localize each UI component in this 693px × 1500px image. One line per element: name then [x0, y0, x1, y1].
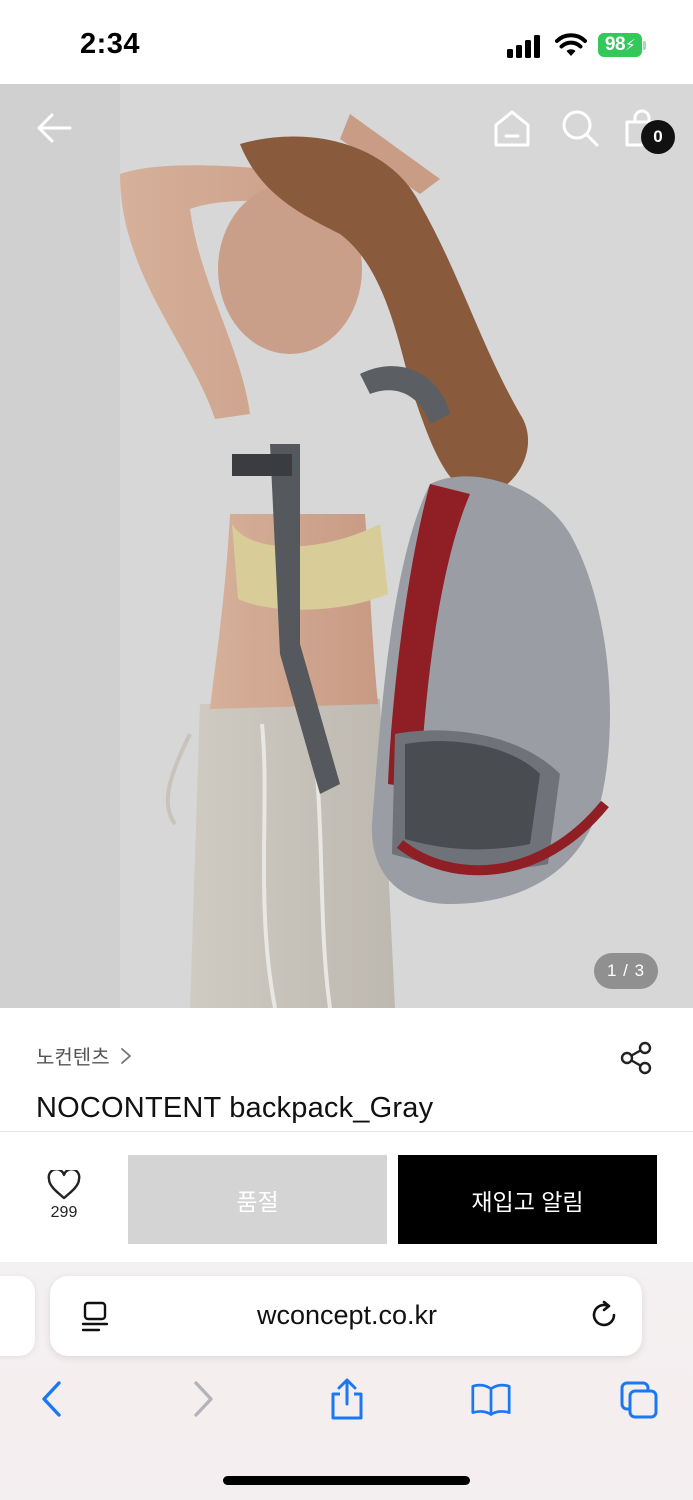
status-time: 2:34 [80, 28, 141, 60]
battery-tip [643, 41, 646, 50]
divider [0, 1131, 693, 1132]
share-icon[interactable] [618, 1040, 654, 1076]
product-image-carousel[interactable] [0, 84, 693, 1008]
previous-tab-preview[interactable] [0, 1276, 35, 1356]
wifi-icon [555, 33, 587, 56]
share-sheet-icon[interactable] [327, 1378, 367, 1420]
cellular-signal-icon [507, 34, 543, 58]
browser-back-icon[interactable] [33, 1378, 73, 1420]
chevron-right-icon [120, 1047, 131, 1064]
reader-mode-icon[interactable] [81, 1300, 109, 1332]
home-indicator [223, 1476, 470, 1485]
status-bar: 2:34 98⚡ [0, 0, 693, 84]
product-photo [0, 84, 693, 1008]
wish-count: 299 [50, 1204, 78, 1221]
battery-indicator: 98⚡ [598, 33, 642, 57]
charging-bolt-icon: ⚡ [625, 37, 636, 54]
brand-name: 노컨텐츠 [36, 1047, 110, 1069]
bookmarks-icon[interactable] [471, 1378, 511, 1420]
brand-link[interactable]: 노컨텐츠 [36, 1041, 132, 1070]
search-icon[interactable] [560, 108, 600, 148]
heart-icon [47, 1170, 81, 1200]
battery-level: 98 [604, 34, 626, 55]
restock-alert-button[interactable]: 재입고 알림 [398, 1155, 657, 1244]
cart-count-badge: 0 [641, 120, 675, 154]
wishlist-button[interactable]: 299 [40, 1170, 88, 1222]
url-text[interactable]: wconcept.co.kr [150, 1300, 544, 1331]
tabs-icon[interactable] [619, 1378, 659, 1420]
product-title: NOCONTENT backpack_Gray [36, 1092, 434, 1124]
reload-icon[interactable] [589, 1300, 619, 1330]
home-icon[interactable] [492, 108, 532, 148]
browser-forward-icon[interactable] [182, 1378, 222, 1420]
back-arrow-icon[interactable] [34, 108, 74, 148]
image-page-counter: 1 / 3 [594, 953, 658, 989]
soldout-button[interactable]: 품절 [128, 1155, 387, 1244]
